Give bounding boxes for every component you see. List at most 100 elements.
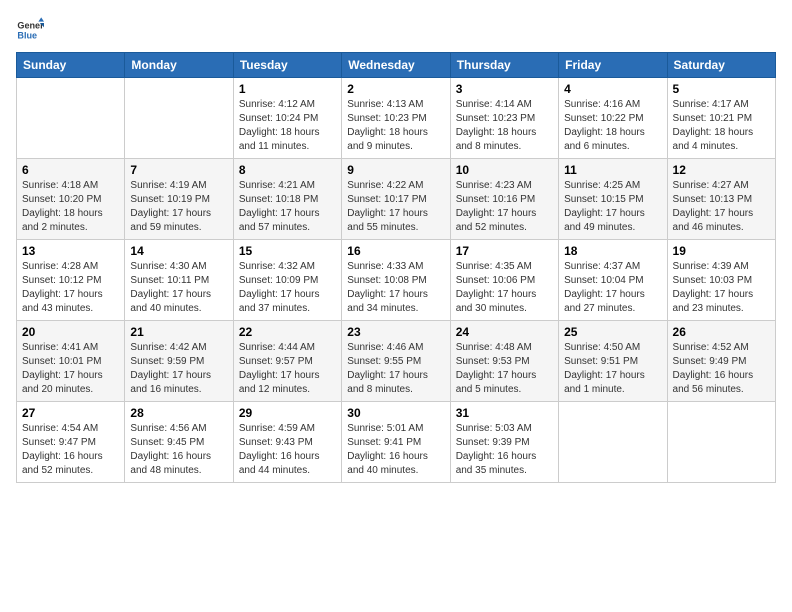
- calendar-cell: 29 Sunrise: 4:59 AMSunset: 9:43 PMDayligh…: [233, 402, 341, 483]
- day-info: Sunrise: 4:25 AMSunset: 10:15 PMDaylight…: [564, 179, 661, 235]
- day-number: 23: [347, 325, 444, 339]
- day-info: Sunrise: 4:30 AMSunset: 10:11 PMDaylight…: [130, 260, 227, 316]
- calendar-cell: 16 Sunrise: 4:33 AMSunset: 10:08 PMDaylig…: [342, 240, 450, 321]
- calendar-cell: 5 Sunrise: 4:17 AMSunset: 10:21 PMDayligh…: [667, 78, 775, 159]
- calendar-cell: 26Sunrise: 4:52 AMSunset: 9:49 PMDayligh…: [667, 321, 775, 402]
- calendar-cell: 4Sunrise: 4:16 AMSunset: 10:22 PMDayligh…: [559, 78, 667, 159]
- weekday-header-saturday: Saturday: [667, 53, 775, 78]
- day-info: Sunrise: 5:03 AMSunset: 9:39 PMDaylight:…: [456, 422, 553, 478]
- calendar-cell: 17 Sunrise: 4:35 AMSunset: 10:06 PMDaylig…: [450, 240, 558, 321]
- calendar-table: SundayMondayTuesdayWednesdayThursdayFrid…: [16, 52, 776, 483]
- day-info: Sunrise: 4:19 AMSunset: 10:19 PMDaylight…: [130, 179, 227, 235]
- day-number: 27: [22, 406, 119, 420]
- calendar-cell: 2 Sunrise: 4:13 AMSunset: 10:23 PMDayligh…: [342, 78, 450, 159]
- week-row-5: 27 Sunrise: 4:54 AMSunset: 9:47 PMDayligh…: [17, 402, 776, 483]
- calendar-cell: 25Sunrise: 4:50 AMSunset: 9:51 PMDayligh…: [559, 321, 667, 402]
- day-info: Sunrise: 4:12 AMSunset: 10:24 PMDaylight…: [239, 98, 336, 154]
- day-number: 15: [239, 244, 336, 258]
- calendar-cell: 13 Sunrise: 4:28 AMSunset: 10:12 PMDaylig…: [17, 240, 125, 321]
- calendar-cell: 12 Sunrise: 4:27 AMSunset: 10:13 PMDaylig…: [667, 159, 775, 240]
- calendar-cell: 15Sunrise: 4:32 AMSunset: 10:09 PMDaylig…: [233, 240, 341, 321]
- day-info: Sunrise: 4:50 AMSunset: 9:51 PMDaylight:…: [564, 341, 661, 397]
- logo: General Blue: [16, 16, 44, 44]
- day-info: Sunrise: 5:01 AMSunset: 9:41 PMDaylight:…: [347, 422, 444, 478]
- page-header: General Blue: [16, 16, 776, 44]
- week-row-4: 20Sunrise: 4:41 AMSunset: 10:01 PMDaylig…: [17, 321, 776, 402]
- day-info: Sunrise: 4:56 AMSunset: 9:45 PMDaylight:…: [130, 422, 227, 478]
- weekday-header-row: SundayMondayTuesdayWednesdayThursdayFrid…: [17, 53, 776, 78]
- day-info: Sunrise: 4:27 AMSunset: 10:13 PMDaylight…: [673, 179, 770, 235]
- calendar-cell: 22Sunrise: 4:44 AMSunset: 9:57 PMDayligh…: [233, 321, 341, 402]
- day-number: 19: [673, 244, 770, 258]
- day-info: Sunrise: 4:14 AMSunset: 10:23 PMDaylight…: [456, 98, 553, 154]
- day-number: 21: [130, 325, 227, 339]
- day-number: 7: [130, 163, 227, 177]
- weekday-header-wednesday: Wednesday: [342, 53, 450, 78]
- calendar-cell: 14Sunrise: 4:30 AMSunset: 10:11 PMDaylig…: [125, 240, 233, 321]
- day-info: Sunrise: 4:54 AMSunset: 9:47 PMDaylight:…: [22, 422, 119, 478]
- logo-icon: General Blue: [16, 16, 44, 44]
- calendar-cell: 30 Sunrise: 5:01 AMSunset: 9:41 PMDayligh…: [342, 402, 450, 483]
- day-number: 6: [22, 163, 119, 177]
- day-info: Sunrise: 4:35 AMSunset: 10:06 PMDaylight…: [456, 260, 553, 316]
- svg-text:General: General: [17, 21, 44, 31]
- calendar-cell: [667, 402, 775, 483]
- day-number: 5: [673, 82, 770, 96]
- day-number: 16: [347, 244, 444, 258]
- calendar-cell: 21 Sunrise: 4:42 AMSunset: 9:59 PMDayligh…: [125, 321, 233, 402]
- day-info: Sunrise: 4:16 AMSunset: 10:22 PMDaylight…: [564, 98, 661, 154]
- calendar-cell: 11 Sunrise: 4:25 AMSunset: 10:15 PMDaylig…: [559, 159, 667, 240]
- calendar-cell: 7 Sunrise: 4:19 AMSunset: 10:19 PMDayligh…: [125, 159, 233, 240]
- day-number: 2: [347, 82, 444, 96]
- day-number: 10: [456, 163, 553, 177]
- calendar-cell: 31 Sunrise: 5:03 AMSunset: 9:39 PMDayligh…: [450, 402, 558, 483]
- day-number: 17: [456, 244, 553, 258]
- day-info: Sunrise: 4:13 AMSunset: 10:23 PMDaylight…: [347, 98, 444, 154]
- day-info: Sunrise: 4:33 AMSunset: 10:08 PMDaylight…: [347, 260, 444, 316]
- calendar-cell: 24 Sunrise: 4:48 AMSunset: 9:53 PMDayligh…: [450, 321, 558, 402]
- calendar-cell: 28 Sunrise: 4:56 AMSunset: 9:45 PMDayligh…: [125, 402, 233, 483]
- day-number: 28: [130, 406, 227, 420]
- day-number: 13: [22, 244, 119, 258]
- day-number: 30: [347, 406, 444, 420]
- day-number: 1: [239, 82, 336, 96]
- day-info: Sunrise: 4:46 AMSunset: 9:55 PMDaylight:…: [347, 341, 444, 397]
- calendar-cell: [559, 402, 667, 483]
- day-info: Sunrise: 4:44 AMSunset: 9:57 PMDaylight:…: [239, 341, 336, 397]
- calendar-cell: 8Sunrise: 4:21 AMSunset: 10:18 PMDayligh…: [233, 159, 341, 240]
- day-info: Sunrise: 4:42 AMSunset: 9:59 PMDaylight:…: [130, 341, 227, 397]
- day-number: 8: [239, 163, 336, 177]
- day-number: 11: [564, 163, 661, 177]
- calendar-cell: 1 Sunrise: 4:12 AMSunset: 10:24 PMDayligh…: [233, 78, 341, 159]
- day-info: Sunrise: 4:59 AMSunset: 9:43 PMDaylight:…: [239, 422, 336, 478]
- day-info: Sunrise: 4:22 AMSunset: 10:17 PMDaylight…: [347, 179, 444, 235]
- calendar-cell: [17, 78, 125, 159]
- weekday-header-sunday: Sunday: [17, 53, 125, 78]
- day-info: Sunrise: 4:39 AMSunset: 10:03 PMDaylight…: [673, 260, 770, 316]
- day-info: Sunrise: 4:17 AMSunset: 10:21 PMDaylight…: [673, 98, 770, 154]
- week-row-1: 1 Sunrise: 4:12 AMSunset: 10:24 PMDayligh…: [17, 78, 776, 159]
- weekday-header-thursday: Thursday: [450, 53, 558, 78]
- calendar-cell: 9 Sunrise: 4:22 AMSunset: 10:17 PMDayligh…: [342, 159, 450, 240]
- calendar-cell: 23 Sunrise: 4:46 AMSunset: 9:55 PMDayligh…: [342, 321, 450, 402]
- day-number: 9: [347, 163, 444, 177]
- calendar-cell: 19 Sunrise: 4:39 AMSunset: 10:03 PMDaylig…: [667, 240, 775, 321]
- day-number: 24: [456, 325, 553, 339]
- day-number: 31: [456, 406, 553, 420]
- day-number: 12: [673, 163, 770, 177]
- weekday-header-tuesday: Tuesday: [233, 53, 341, 78]
- day-info: Sunrise: 4:37 AMSunset: 10:04 PMDaylight…: [564, 260, 661, 316]
- calendar-cell: 18Sunrise: 4:37 AMSunset: 10:04 PMDaylig…: [559, 240, 667, 321]
- day-info: Sunrise: 4:23 AMSunset: 10:16 PMDaylight…: [456, 179, 553, 235]
- day-number: 29: [239, 406, 336, 420]
- calendar-cell: 27 Sunrise: 4:54 AMSunset: 9:47 PMDayligh…: [17, 402, 125, 483]
- calendar-cell: [125, 78, 233, 159]
- day-number: 26: [673, 325, 770, 339]
- weekday-header-monday: Monday: [125, 53, 233, 78]
- calendar-cell: 6Sunrise: 4:18 AMSunset: 10:20 PMDayligh…: [17, 159, 125, 240]
- day-info: Sunrise: 4:41 AMSunset: 10:01 PMDaylight…: [22, 341, 119, 397]
- day-info: Sunrise: 4:28 AMSunset: 10:12 PMDaylight…: [22, 260, 119, 316]
- calendar-cell: 20Sunrise: 4:41 AMSunset: 10:01 PMDaylig…: [17, 321, 125, 402]
- day-info: Sunrise: 4:48 AMSunset: 9:53 PMDaylight:…: [456, 341, 553, 397]
- weekday-header-friday: Friday: [559, 53, 667, 78]
